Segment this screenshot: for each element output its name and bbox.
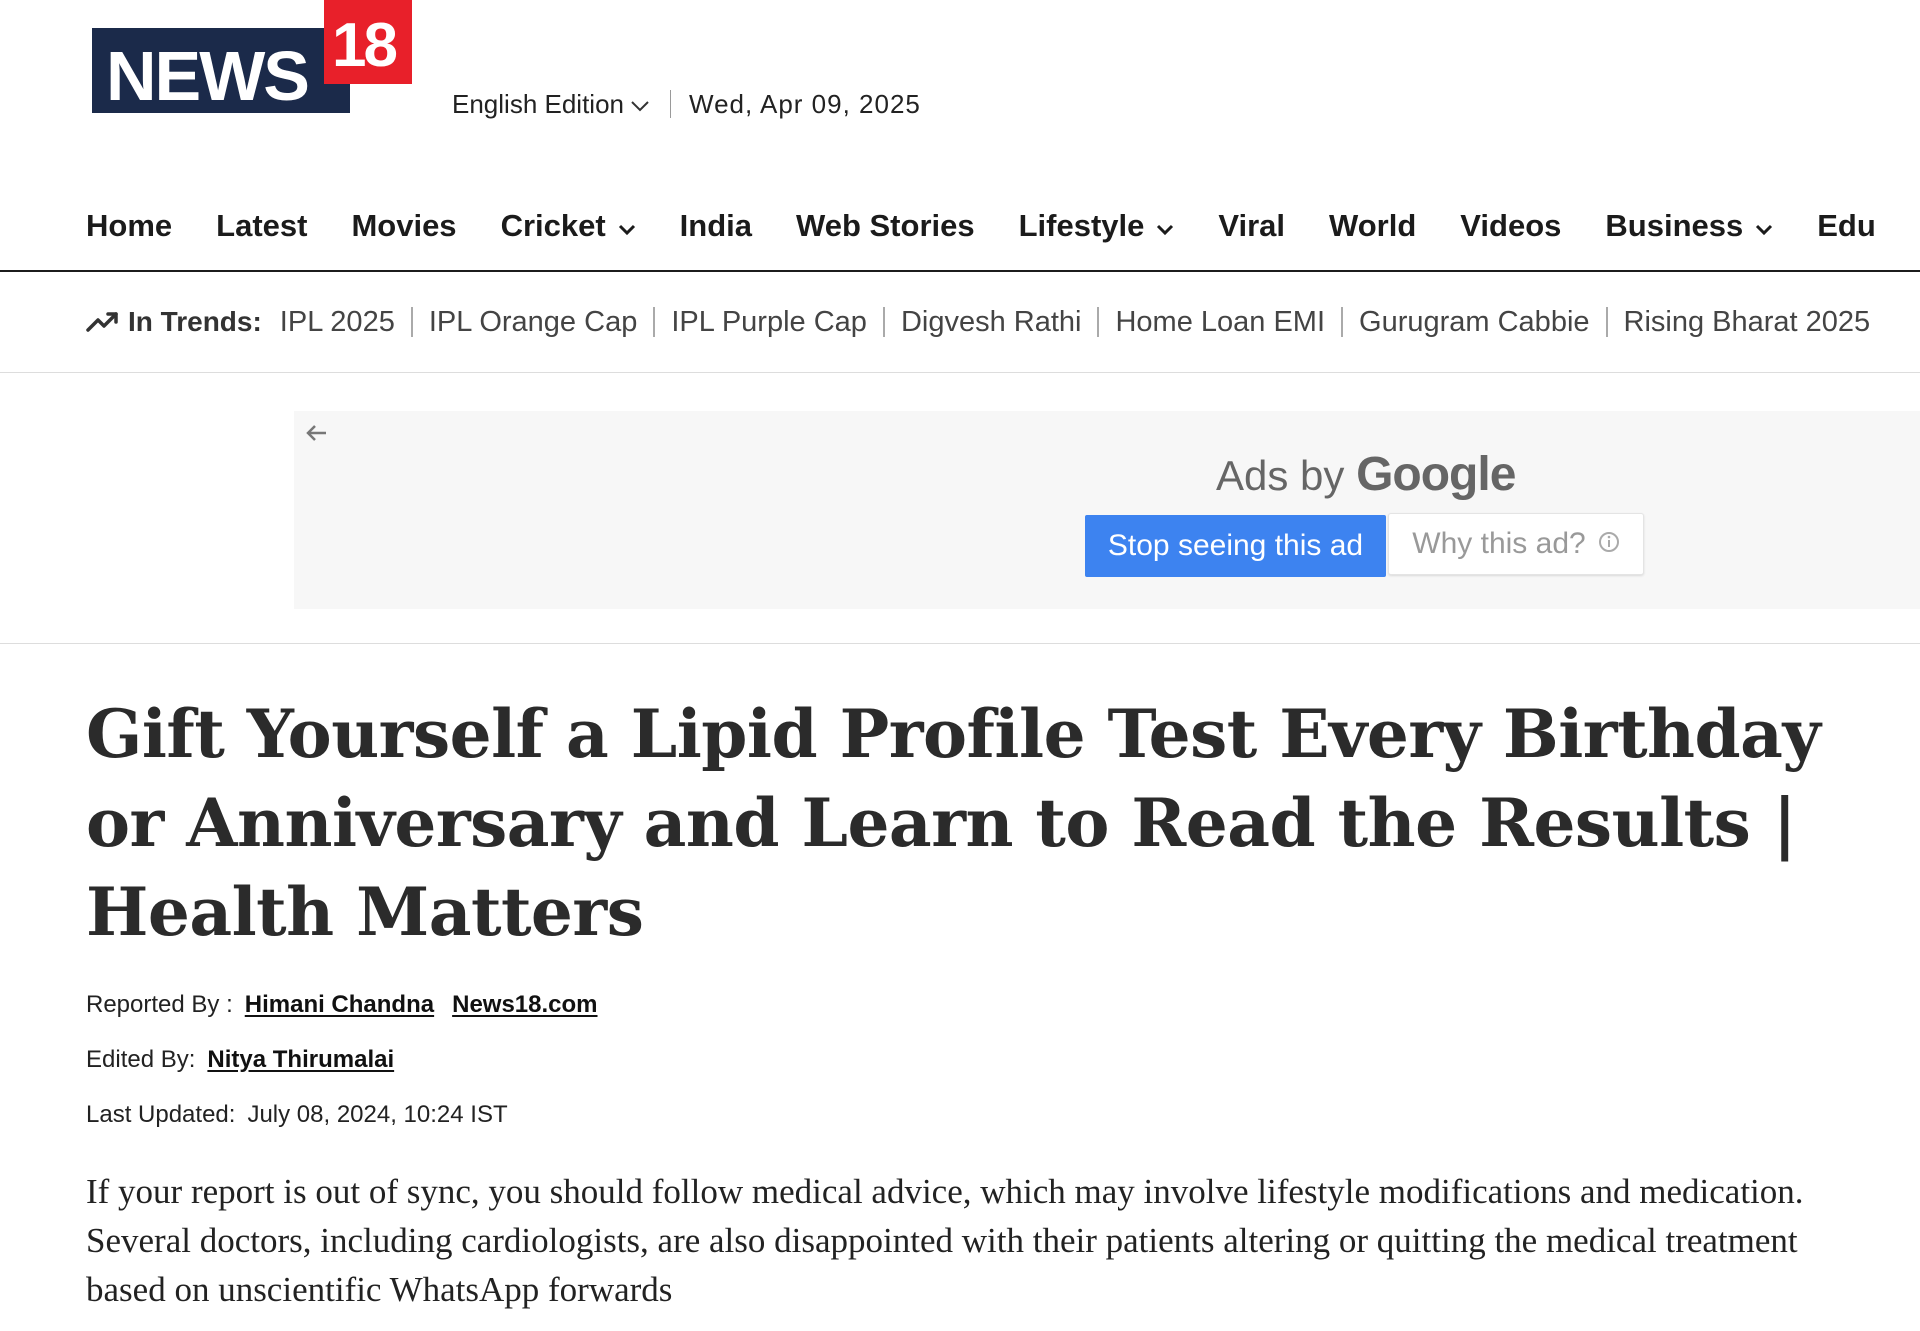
article-headline: Gift Yourself a Lipid Profile Test Every… — [86, 695, 1821, 951]
chevron-down-icon — [1156, 208, 1174, 244]
chevron-down-icon — [618, 208, 636, 244]
current-date: Wed, Apr 09, 2025 — [689, 88, 921, 119]
trends-label: In Trends: — [86, 306, 262, 338]
nav-item-label: Viral — [1218, 208, 1286, 243]
news18-logo-graphic: NEWS 18 — [92, 0, 412, 114]
ads-by-google: Ads by Google — [1216, 447, 1516, 502]
nav-item-lifestyle[interactable]: Lifestyle — [1019, 208, 1175, 244]
back-arrow-icon[interactable] — [300, 417, 332, 449]
trends-label-text: In Trends: — [128, 306, 262, 337]
why-this-ad-button[interactable]: Why this ad? — [1388, 513, 1644, 575]
page: NEWS 18 English Edition Wed, Apr 09, 202… — [0, 0, 1920, 1331]
nav-item-label: World — [1329, 208, 1417, 243]
nav-item-viral[interactable]: Viral — [1218, 208, 1285, 244]
nav-item-india[interactable]: India — [680, 208, 752, 244]
trending-up-icon — [86, 312, 118, 332]
nav-item-label: Lifestyle — [1018, 208, 1145, 243]
trend-list: IPL 2025 IPL Orange Cap IPL Purple Cap Digv… — [280, 307, 1886, 337]
nav-item-home[interactable]: Home — [86, 208, 172, 244]
nav-item-edu[interactable]: Edu — [1817, 208, 1876, 244]
why-this-ad-label: Why this ad? — [1412, 527, 1586, 560]
article-summary: If your report is out of sync, you shoul… — [86, 1172, 1804, 1309]
reported-by: Reported By : Himani Chandna News18.com — [86, 991, 616, 1019]
news18-logo[interactable]: NEWS 18 — [92, 0, 412, 114]
nav-item-label: Home — [86, 208, 173, 243]
trend-link[interactable]: Home Loan EMI — [1099, 307, 1344, 337]
last-updated: Last Updated: July 08, 2024, 10:24 IST — [86, 1101, 508, 1129]
main-nav: Home Latest Movies Cricket India Web Stories L… — [0, 196, 1920, 272]
nav-item-label: Latest — [216, 208, 308, 243]
edited-by: Edited By: Nitya Thirumalai — [86, 1046, 412, 1074]
nav-item-cricket[interactable]: Cricket — [501, 208, 636, 244]
nav-item-movies[interactable]: Movies — [351, 208, 456, 244]
main-nav-list: Home Latest Movies Cricket India Web Stories L… — [0, 196, 1920, 256]
chevron-down-icon — [630, 89, 650, 120]
nav-item-latest[interactable]: Latest — [216, 208, 307, 244]
nav-item-label: Web Stories — [796, 208, 975, 243]
trend-link[interactable]: IPL Purple Cap — [655, 307, 885, 337]
nav-item-world[interactable]: World — [1329, 208, 1416, 244]
stop-seeing-ad-button[interactable]: Stop seeing this ad — [1085, 515, 1386, 577]
edition-bar: English Edition Wed, Apr 09, 2025 — [452, 84, 921, 124]
nav-item-label: Business — [1605, 208, 1744, 243]
trend-link[interactable]: Gurugram Cabbie — [1343, 307, 1608, 337]
nav-item-business[interactable]: Business — [1605, 208, 1773, 244]
logo-number: 18 — [332, 11, 396, 80]
nav-item-label: Edu — [1817, 208, 1876, 243]
trend-link[interactable]: IPL Orange Cap — [413, 307, 656, 337]
nav-item-label: Videos — [1460, 208, 1562, 243]
divider — [670, 90, 671, 118]
ad-box: Ads by Google Stop seeing this ad Why th… — [294, 411, 1920, 609]
reporter-link[interactable]: Himani Chandna — [245, 991, 434, 1019]
ads-by-label: Ads by — [1216, 452, 1345, 499]
edition-selector[interactable]: English Edition — [452, 89, 650, 120]
reported-by-label: Reported By : — [86, 991, 233, 1018]
nav-item-label: Cricket — [500, 208, 606, 243]
info-icon — [1598, 527, 1620, 561]
last-updated-label: Last Updated: — [86, 1101, 236, 1128]
nav-item-videos[interactable]: Videos — [1460, 208, 1561, 244]
last-updated-value: July 08, 2024, 10:24 IST — [247, 1101, 508, 1128]
google-wordmark: Google — [1356, 448, 1516, 501]
editor-link[interactable]: Nitya Thirumalai — [207, 1046, 394, 1074]
source-link[interactable]: News18.com — [452, 991, 597, 1019]
ad-area: Ads by Google Stop seeing this ad Why th… — [0, 373, 1920, 644]
edition-label: English Edition — [452, 88, 624, 119]
nav-item-label: Movies — [351, 208, 457, 243]
chevron-down-icon — [1755, 208, 1773, 244]
trend-link[interactable]: IPL 2025 — [280, 307, 413, 337]
logo-text: NEWS — [106, 37, 308, 114]
edited-by-label: Edited By: — [86, 1046, 196, 1073]
trend-link[interactable]: Digvesh Rathi — [885, 307, 1100, 337]
nav-item-label: India — [679, 208, 753, 243]
trends-bar: In Trends: IPL 2025 IPL Orange Cap IPL Pur… — [0, 272, 1920, 373]
trend-link[interactable]: Rising Bharat 2025 — [1608, 307, 1887, 337]
nav-item-web-stories[interactable]: Web Stories — [796, 208, 975, 244]
